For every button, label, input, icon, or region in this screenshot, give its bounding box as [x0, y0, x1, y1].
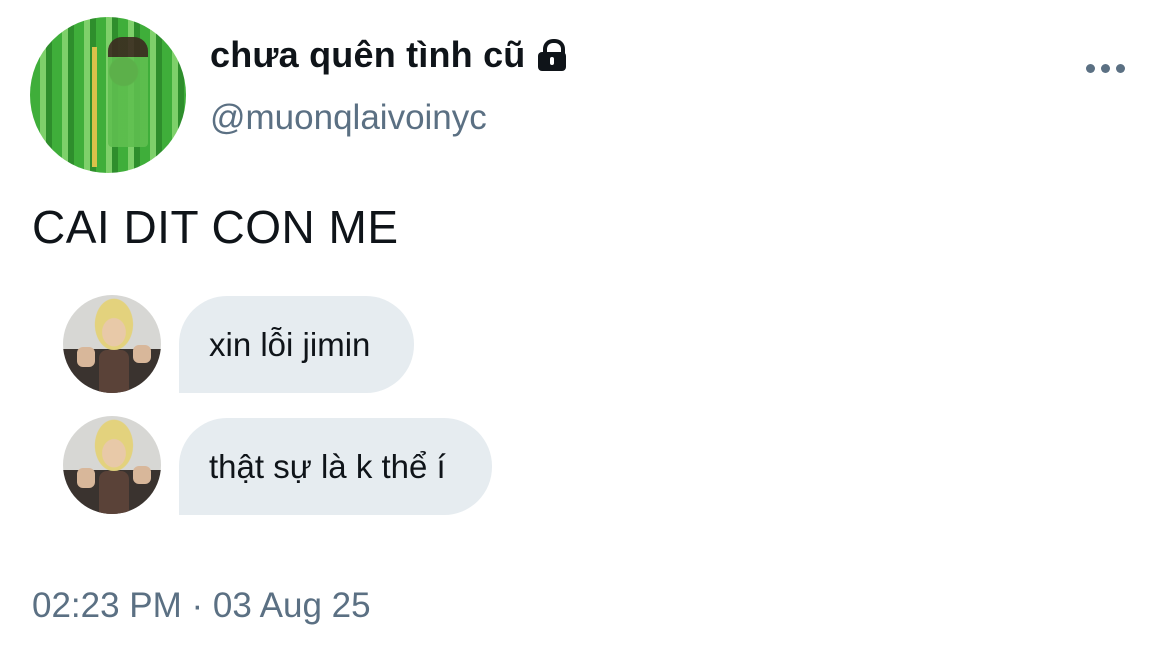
- message-bubble: thật sự là k thể í: [179, 418, 492, 515]
- message-avatar: [63, 416, 161, 514]
- display-name-text: chưa quên tình cũ: [210, 34, 526, 75]
- message-text: xin lỗi jimin: [209, 325, 371, 363]
- lock-icon: [535, 37, 569, 73]
- user-handle[interactable]: @muonqlaivoinyc: [210, 98, 487, 138]
- message-bubble: xin lỗi jimin: [179, 296, 414, 393]
- avatar-detail: [108, 37, 148, 147]
- more-options-icon[interactable]: [1086, 60, 1130, 76]
- message-avatar: [63, 295, 161, 393]
- tweet-timestamp[interactable]: 02:23 PM · 03 Aug 25: [32, 586, 371, 626]
- display-name[interactable]: chưa quên tình cũ: [210, 34, 569, 76]
- message-text: thật sự là k thể í: [209, 447, 446, 485]
- tweet-text: CAI DIT CON ME: [32, 201, 399, 253]
- avatar-detail: [92, 47, 97, 167]
- profile-avatar[interactable]: [30, 17, 186, 173]
